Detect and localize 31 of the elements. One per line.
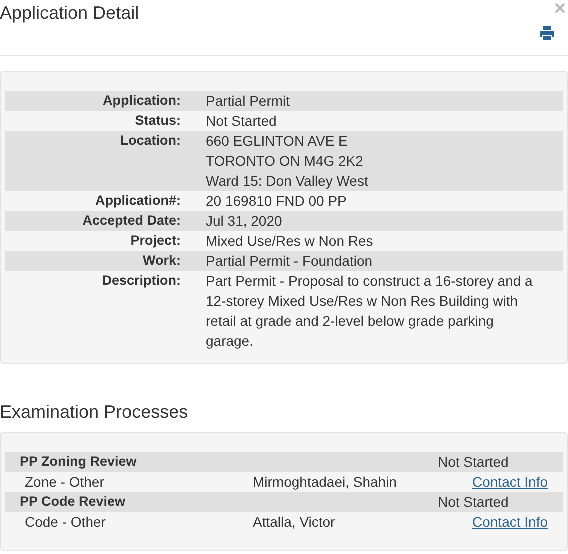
field-label: Description:: [101, 272, 181, 290]
dialog-title: Application Detail: [0, 2, 140, 23]
field-label: Location:: [119, 132, 181, 150]
field-label: Project:: [130, 232, 181, 250]
examiner-name: Mirmoghtadaei, Shahin: [253, 473, 398, 492]
field-value: Partial Permit - Foundation: [206, 252, 374, 271]
field-value: TORONTO ON M4G 2K2: [206, 152, 364, 171]
print-icon[interactable]: [540, 26, 554, 40]
field-value: Jul 31, 2020: [206, 212, 284, 231]
process-type: Code - Other: [24, 513, 107, 532]
section-title: Examination Processes: [0, 402, 190, 422]
field-value: Mixed Use/Res w Non Res: [206, 232, 374, 251]
field-value: Part Permit - Proposal to construct a 16-storey and a 12-storey Mixed Use/Res w Non Res Building with retail at grade and 2-level below grade parking garage.: [206, 272, 534, 351]
contact-link[interactable]: Contact Info: [472, 472, 548, 492]
field-value: Partial Permit: [206, 92, 292, 111]
process-type: Zone - Other: [24, 473, 106, 492]
process-status: Not Started: [438, 493, 510, 512]
field-label: Application#:: [94, 192, 181, 210]
field-label: Accepted Date:: [82, 212, 181, 230]
field-label: Work:: [142, 252, 181, 270]
process-status: Not Started: [438, 453, 510, 472]
field-value: Not Started: [206, 112, 278, 131]
examiner-name: Attalla, Victor: [253, 513, 336, 532]
contact-link[interactable]: Contact Info: [472, 512, 548, 532]
field-label: Status:: [134, 112, 181, 130]
field-label: Application:: [102, 92, 181, 110]
field-value: Ward 15: Don Valley West: [206, 172, 370, 191]
process-name: PP Zoning Review: [19, 453, 138, 471]
process-name: PP Code Review: [19, 493, 127, 511]
field-value: 20 169810 FND 00 PP: [206, 192, 348, 211]
field-value: 660 EGLINTON AVE E: [206, 132, 349, 151]
